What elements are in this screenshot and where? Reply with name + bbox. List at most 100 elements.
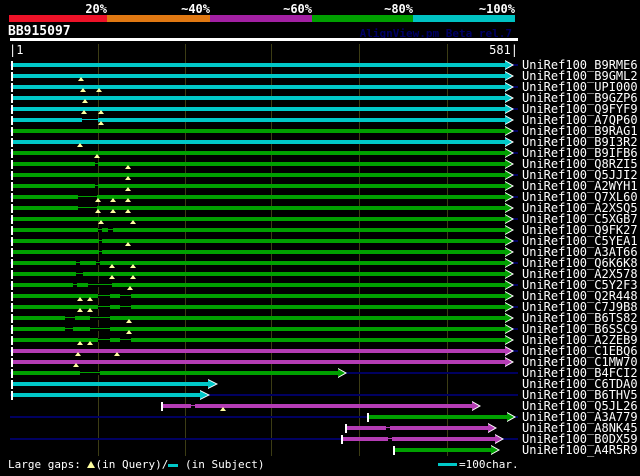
query-gap-marker: [220, 407, 226, 411]
alignment-bar[interactable]: [393, 448, 491, 452]
arrowhead-icon: [505, 336, 512, 344]
start-tick: [161, 402, 163, 411]
subject-gap-segment: [388, 437, 392, 441]
subject-gap-segment: [90, 316, 110, 320]
alignment-bar[interactable]: [13, 250, 505, 254]
start-tick: [11, 226, 13, 235]
alignment-bar[interactable]: [13, 393, 200, 397]
query-gap-marker: [130, 275, 136, 279]
arrowhead-icon: [491, 446, 498, 454]
query-gap-marker: [78, 77, 84, 81]
alignment-bar[interactable]: [13, 371, 338, 375]
arrowhead-icon: [505, 358, 512, 366]
alignment-bar[interactable]: [161, 404, 472, 408]
alignment-bar[interactable]: [13, 129, 505, 133]
subject-gap-segment: [65, 316, 75, 320]
arrowhead-icon: [505, 259, 512, 267]
subject-gap-segment: [98, 305, 110, 309]
arrowhead-icon: [472, 402, 479, 410]
query-id: BB915097: [8, 24, 71, 39]
start-tick: [11, 193, 13, 202]
arrowhead-icon: [505, 270, 512, 278]
ruler-bar: [10, 38, 518, 41]
alignment-bar[interactable]: [13, 283, 505, 287]
query-gap-marker: [98, 110, 104, 114]
start-tick: [11, 94, 13, 103]
query-gap-marker: [75, 352, 81, 356]
subject-gap-segment: [88, 283, 112, 287]
subject-gap-line: [98, 295, 110, 296]
start-tick: [11, 83, 13, 92]
row-label[interactable]: UniRef100_A4R5R9: [522, 444, 640, 456]
query-gap-marker: [96, 88, 102, 92]
arrowhead-icon: [505, 149, 512, 157]
arrowhead-icon: [505, 204, 512, 212]
query-gap-marker: [87, 308, 93, 312]
alignment-bar[interactable]: [13, 349, 505, 353]
scale-segment: [9, 15, 107, 22]
start-tick: [11, 259, 13, 268]
query-gap-marker: [110, 198, 116, 202]
alignment-bar[interactable]: [13, 173, 505, 177]
start-tick: [11, 105, 13, 114]
alignment-bar[interactable]: [367, 415, 507, 419]
subject-gap-segment: [98, 228, 102, 232]
start-tick: [11, 369, 13, 378]
alignment-bar[interactable]: [13, 239, 505, 243]
alignment-bar[interactable]: [13, 261, 505, 265]
query-gap-marker: [114, 352, 120, 356]
alignment-bar[interactable]: [13, 327, 505, 331]
alignment-bar[interactable]: [13, 162, 505, 166]
scale-segment: [312, 15, 413, 22]
alignment-bar[interactable]: [341, 437, 495, 441]
arrowhead-icon: [505, 83, 512, 91]
subject-gap-line: [90, 317, 110, 318]
alignment-bar[interactable]: [13, 85, 505, 89]
start-tick: [11, 292, 13, 301]
legend-prefix: Large gaps:: [8, 458, 88, 471]
subject-gap-line: [80, 372, 100, 373]
alignment-bar[interactable]: [345, 426, 488, 430]
alignment-bar[interactable]: [13, 316, 505, 320]
query-gap-marker: [109, 264, 115, 268]
alignment-bar[interactable]: [13, 63, 505, 67]
subject-gap-segment: [96, 261, 100, 265]
start-tick: [11, 171, 13, 180]
start-tick: [11, 116, 13, 125]
alignment-bar[interactable]: [13, 272, 505, 276]
start-tick: [11, 336, 13, 345]
start-tick: [11, 138, 13, 147]
start-tick: [341, 435, 343, 444]
alignment-bar[interactable]: [13, 228, 505, 232]
arrowhead-icon: [505, 325, 512, 333]
alignment-bar[interactable]: [13, 184, 505, 188]
subject-gap-line: [95, 185, 98, 186]
query-gap-marker: [98, 121, 104, 125]
alignment-bar[interactable]: [13, 360, 505, 364]
start-tick: [11, 391, 13, 400]
subject-gap-line: [78, 196, 97, 197]
legend-subject-label: (in Subject): [178, 458, 265, 471]
subject-gap-segment: [65, 327, 73, 331]
arrowhead-icon: [505, 237, 512, 245]
alignment-bar[interactable]: [13, 140, 505, 144]
start-tick: [11, 127, 13, 136]
arrowhead-icon: [505, 292, 512, 300]
start-tick: [11, 248, 13, 257]
alignment-row: UniRef100_A4R5R9: [8, 444, 640, 456]
arrowhead-icon: [505, 226, 512, 234]
scale-segment: [413, 15, 515, 22]
start-tick: [11, 237, 13, 246]
alignment-bar[interactable]: [13, 217, 505, 221]
alignment-bar[interactable]: [13, 151, 505, 155]
start-tick: [11, 325, 13, 334]
start-tick: [11, 281, 13, 290]
alignment-viewer: 20% ~40% ~60% ~80% ~100% BB915097 AlignView.…: [0, 0, 640, 476]
subject-gap-line: [65, 328, 73, 329]
query-gap-marker: [87, 297, 93, 301]
subject-gap-segment: [82, 118, 98, 122]
arrowhead-icon: [505, 215, 512, 223]
alignment-bar[interactable]: [13, 382, 208, 386]
alignment-bar[interactable]: [13, 74, 505, 78]
arrowhead-icon: [505, 94, 512, 102]
